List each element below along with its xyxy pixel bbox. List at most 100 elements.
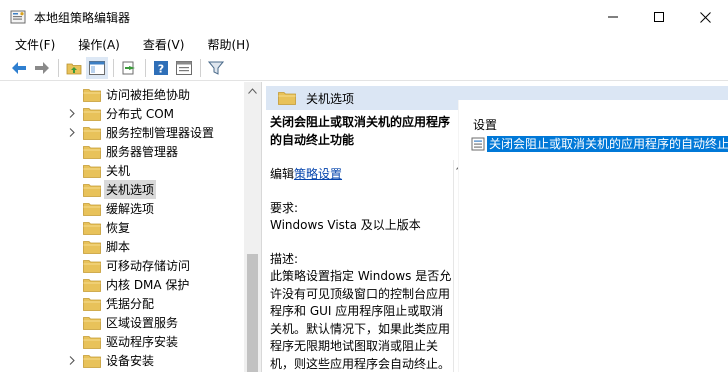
minimize-button[interactable] — [590, 0, 636, 34]
settings-column-header[interactable]: 设置 — [473, 116, 497, 133]
show-hide-tree-button[interactable] — [86, 56, 108, 79]
policy-setting-icon — [471, 137, 485, 150]
menu-view[interactable]: 查看(V) — [128, 36, 193, 53]
tree-item-label: 内核 DMA 保护 — [106, 278, 190, 292]
tree-item-label: 区域设置服务 — [106, 316, 179, 330]
window-title: 本地组策略编辑器 — [34, 11, 131, 25]
pane-header-title: 关机选项 — [306, 91, 355, 106]
title-bar: 本地组策略编辑器 — [0, 0, 728, 34]
tree-item[interactable]: 驱动程序安装 — [0, 332, 245, 351]
menu-bar: 文件(F) 操作(A) 查看(V) 帮助(H) — [0, 34, 728, 54]
scroll-up-icon[interactable] — [248, 88, 257, 94]
tree-item-label: 服务器管理器 — [106, 145, 179, 159]
edit-line: 编辑策略设置 — [270, 166, 454, 184]
edit-policy-link[interactable]: 策略设置 — [294, 167, 342, 181]
tree-item[interactable]: 区域设置服务 — [0, 313, 245, 332]
maximize-button[interactable] — [636, 0, 682, 34]
tree-item[interactable]: 关机选项 — [0, 180, 245, 199]
requirements-label: 要求: — [270, 200, 299, 215]
tree-item-label: 脚本 — [106, 240, 131, 254]
tree-item[interactable]: 恢复 — [0, 218, 245, 237]
tree-item-label: 缓解选项 — [106, 202, 155, 216]
maximize-icon — [654, 12, 664, 22]
show-hide-tree-icon — [89, 60, 105, 75]
folder-icon — [83, 145, 101, 159]
back-icon — [12, 61, 26, 74]
tree-item[interactable]: 缓解选项 — [0, 199, 245, 218]
tree-item[interactable]: 访问被拒绝协助 — [0, 85, 245, 104]
tree-item-label: 恢复 — [106, 221, 131, 235]
properties-button[interactable] — [173, 57, 195, 79]
folder-icon — [83, 202, 101, 216]
filter-icon — [208, 61, 224, 75]
tree-item[interactable]: 服务控制管理器设置 — [0, 123, 245, 142]
folder-icon — [83, 259, 101, 273]
folder-icon — [83, 316, 101, 330]
details-pane: 关机选项 关闭会阻止或取消关机的应用程序的自动终止功能 编辑策略设置 要求: W… — [266, 82, 728, 372]
folder-icon — [83, 354, 101, 368]
description-label: 描述: — [270, 251, 299, 266]
folder-icon — [83, 221, 101, 235]
tree-item[interactable]: 服务器管理器 — [0, 142, 245, 161]
tree-item-label: 设备安装 — [106, 354, 155, 368]
tree-item-label: 分布式 COM — [106, 107, 174, 121]
requirements-value: Windows Vista 及以上版本 — [270, 218, 421, 232]
tree-item[interactable]: 内核 DMA 保护 — [0, 275, 245, 294]
help-icon: ? — [154, 60, 168, 75]
menu-help[interactable]: 帮助(H) — [192, 36, 257, 53]
back-button[interactable] — [8, 57, 30, 79]
folder-icon — [83, 164, 101, 178]
menu-file[interactable]: 文件(F) — [0, 36, 63, 53]
export-icon — [122, 61, 135, 74]
tree-item[interactable]: 关机 — [0, 161, 245, 180]
up-folder-button[interactable] — [63, 57, 85, 79]
forward-button[interactable] — [31, 57, 53, 79]
folder-icon — [83, 297, 101, 311]
folder-icon — [278, 92, 296, 105]
tree-item-label: 可移动存储访问 — [106, 259, 191, 273]
toolbar-separator — [145, 58, 146, 77]
settings-list: 设置 关闭会阻止或取消关机的应用程序的自动终止功 — [458, 100, 728, 372]
group-policy-editor-window: 本地组策略编辑器 文件(F) 操作(A) 查看(V) 帮助(H) ? 访问被拒绝… — [0, 0, 728, 372]
description-text: 此策略设置指定 Windows 是否允许没有可见顶级窗口的控制台应用程序和 GU… — [270, 269, 452, 371]
toolbar-separator — [200, 58, 201, 77]
folder-icon — [83, 278, 101, 292]
up-folder-icon — [66, 63, 82, 74]
help-button[interactable]: ? — [150, 57, 172, 79]
folder-icon — [83, 107, 101, 121]
folder-icon — [83, 183, 101, 197]
folder-icon — [83, 126, 101, 140]
policy-setting-label: 关闭会阻止或取消关机的应用程序的自动终止功 — [487, 135, 728, 152]
tree-item[interactable]: 设备安装 — [0, 351, 245, 370]
tree-item[interactable]: 可移动存储访问 — [0, 256, 245, 275]
toolbar: ? — [0, 55, 728, 81]
tree-item[interactable]: 分布式 COM — [0, 104, 245, 123]
navigation-tree[interactable]: 访问被拒绝协助 分布式 COM 服务控制管理器设置 服务器管理器 关机关机选项缓解选项恢… — [0, 82, 262, 372]
tree-scrollbar[interactable] — [244, 82, 261, 372]
chevron-right-icon[interactable] — [67, 356, 77, 366]
close-button[interactable] — [682, 0, 728, 34]
tree-item[interactable]: 脚本 — [0, 237, 245, 256]
tree-item-label: 服务控制管理器设置 — [106, 126, 215, 140]
scrollbar-thumb[interactable] — [247, 254, 258, 372]
menu-action[interactable]: 操作(A) — [63, 36, 128, 53]
folder-icon — [83, 240, 101, 254]
folder-icon — [83, 88, 101, 102]
policy-description: 关闭会阻止或取消关机的应用程序的自动终止功能 编辑策略设置 要求: Window… — [270, 114, 454, 372]
tree-item-label: 关机选项 — [104, 180, 157, 199]
tree-item-label: 访问被拒绝协助 — [106, 88, 191, 102]
export-list-button[interactable] — [118, 57, 140, 79]
toolbar-separator — [58, 58, 59, 77]
policy-setting-row[interactable]: 关闭会阻止或取消关机的应用程序的自动终止功 — [471, 135, 728, 152]
tree-item[interactable]: 凭据分配 — [0, 294, 245, 313]
properties-icon — [176, 60, 192, 75]
chevron-right-icon[interactable] — [67, 128, 77, 138]
filter-button[interactable] — [205, 57, 227, 79]
chevron-right-icon[interactable] — [67, 109, 77, 119]
folder-icon — [83, 335, 101, 349]
tree-item-label: 关机 — [106, 164, 131, 178]
policy-editor-icon — [10, 10, 26, 24]
policy-title: 关闭会阻止或取消关机的应用程序的自动终止功能 — [270, 115, 451, 147]
svg-text:?: ? — [158, 62, 164, 75]
toolbar-separator — [113, 58, 114, 77]
